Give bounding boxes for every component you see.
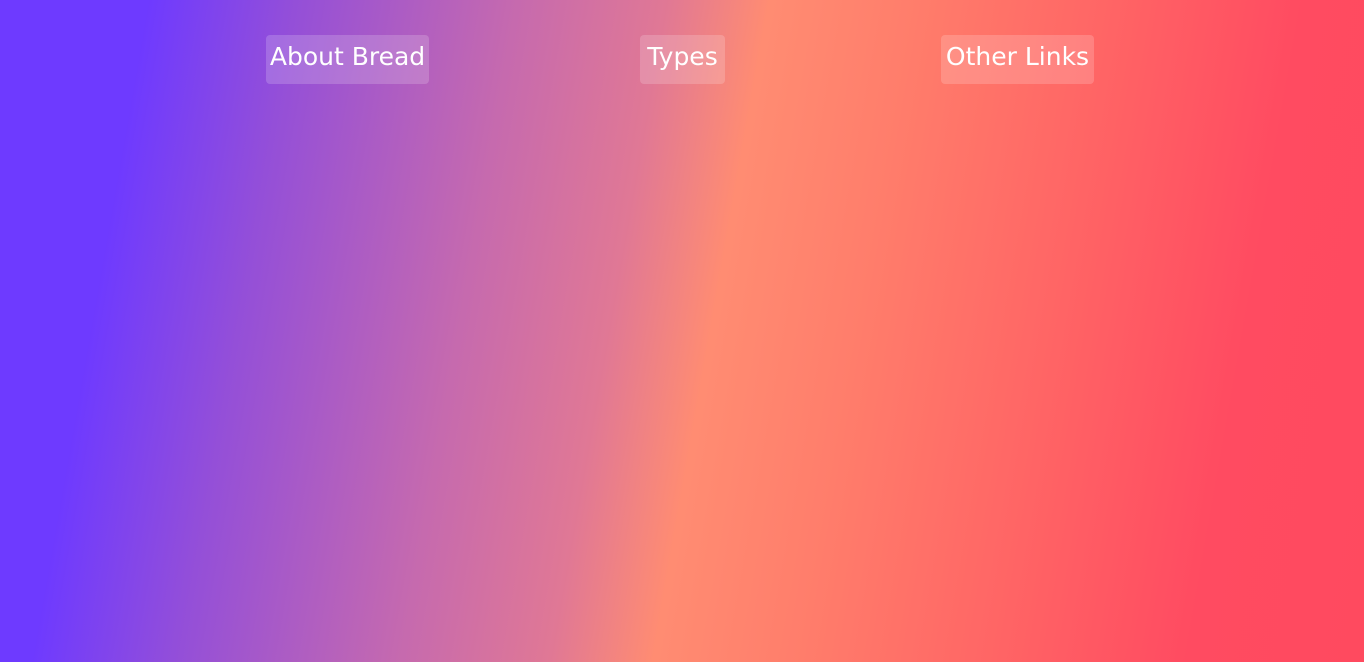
nav-link-about-bread[interactable]: About Bread bbox=[266, 35, 429, 84]
top-navigation: About Bread Types Other Links bbox=[0, 0, 1364, 100]
nav-link-other-links[interactable]: Other Links bbox=[941, 35, 1094, 84]
nav-link-types[interactable]: Types bbox=[640, 35, 725, 84]
